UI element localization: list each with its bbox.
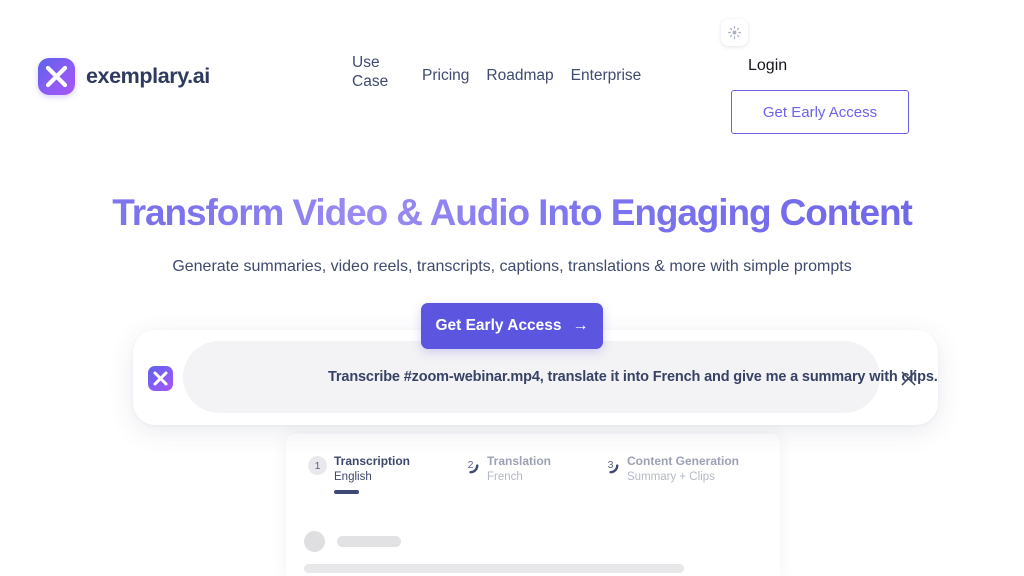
brand-name: exemplary.ai <box>86 64 210 88</box>
header-get-early-access-button[interactable]: Get Early Access <box>731 90 909 134</box>
hero-cta-label: Get Early Access <box>435 317 562 334</box>
workflow-step-transcription[interactable]: 1 Transcription English <box>308 454 461 494</box>
sun-icon[interactable] <box>721 19 748 46</box>
step-subtitle: Summary + Clips <box>627 471 715 483</box>
skeleton-bar <box>304 564 684 573</box>
prompt-input-value: Transcribe #zoom-webinar.mp4, translate … <box>328 369 938 385</box>
avatar <box>304 531 325 552</box>
step-title: Content Generation <box>627 454 740 468</box>
spinner-icon: 3 <box>601 456 620 475</box>
nav-item-use-case[interactable]: Use Case <box>352 53 404 92</box>
skeleton-row <box>304 531 764 552</box>
login-link[interactable]: Login <box>748 57 787 75</box>
x-mark-logo-icon <box>148 366 173 391</box>
close-icon[interactable] <box>890 360 926 396</box>
x-mark-logo-icon <box>38 58 75 95</box>
step-subtitle: English <box>334 471 372 483</box>
active-step-indicator <box>334 490 359 494</box>
content-skeleton-placeholder <box>304 531 764 576</box>
skeleton-pill <box>337 536 401 547</box>
step-number: 2 <box>467 459 474 471</box>
workflow-step-content-generation[interactable]: 3 Content Generation Summary + Clips <box>601 454 739 494</box>
nav-item-pricing[interactable]: Pricing <box>422 66 469 85</box>
arrow-right-icon: → <box>572 317 589 334</box>
workflow-steps: 1 Transcription English 2 Translation Fr… <box>308 454 739 494</box>
step-number-badge: 1 <box>308 456 327 475</box>
brand-logo[interactable]: exemplary.ai <box>38 58 210 95</box>
step-number: 3 <box>607 459 614 471</box>
workflow-step-translation[interactable]: 2 Translation French <box>461 454 601 494</box>
site-header: exemplary.ai Use Case Pricing Roadmap En… <box>0 0 1024 145</box>
page-title: Transform Video & Audio Into Engaging Co… <box>0 192 1024 234</box>
spinner-icon: 2 <box>461 456 480 475</box>
step-title: Transcription <box>334 454 411 468</box>
workflow-preview-panel: 1 Transcription English 2 Translation Fr… <box>286 434 780 576</box>
hero-get-early-access-button[interactable]: Get Early Access → <box>421 303 603 349</box>
step-subtitle: French <box>487 471 523 483</box>
main-nav: Use Case Pricing Roadmap Enterprise <box>352 53 641 92</box>
page-subtitle: Generate summaries, video reels, transcr… <box>172 258 852 275</box>
landing-page: exemplary.ai Use Case Pricing Roadmap En… <box>0 0 1024 576</box>
step-title: Translation <box>487 454 552 468</box>
prompt-input[interactable]: Transcribe #zoom-webinar.mp4, translate … <box>183 341 938 413</box>
nav-item-enterprise[interactable]: Enterprise <box>571 66 642 85</box>
nav-item-roadmap[interactable]: Roadmap <box>486 66 553 85</box>
